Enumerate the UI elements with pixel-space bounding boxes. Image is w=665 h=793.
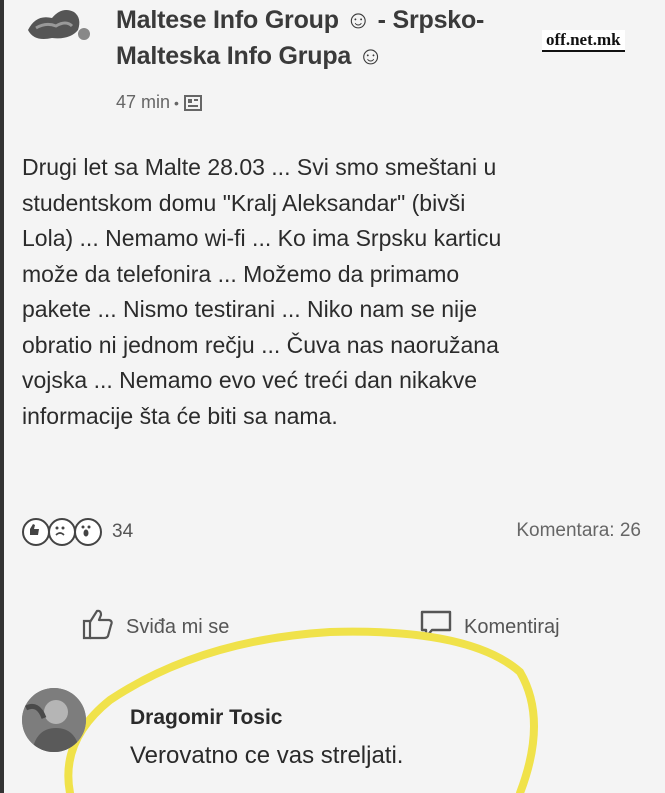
comment-bubble-icon [418,606,454,648]
group-title[interactable]: Maltese Info Group ☺ - Srpsko-Malteska I… [116,2,546,74]
group-avatar[interactable] [22,0,92,48]
comments-count[interactable]: Komentara: 26 [516,520,641,542]
post-header: Maltese Info Group ☺ - Srpsko-Malteska I… [0,0,665,140]
commenter-avatar[interactable] [22,688,86,752]
watermark: off.net.mk [542,30,625,52]
sad-reaction-icon [48,518,76,546]
like-button[interactable]: Sviđa mi se [80,606,229,648]
thumbs-up-icon [80,606,116,648]
reactions-summary[interactable]: 34 [22,518,133,546]
post-meta: 47 min • [116,92,203,113]
like-reaction-icon [22,518,50,546]
privacy-icon [183,93,203,113]
like-label: Sviđa mi se [126,615,230,638]
comment-text: Verovatno ce vas streljati. [130,742,404,769]
comment-item: Dragomir Tosic Verovatno ce vas streljat… [0,680,665,793]
comment-button[interactable]: Komentiraj [418,606,560,648]
post-time[interactable]: 47 min [116,92,170,113]
post-body: Drugi let sa Malte 28.03 ... Svi smo sme… [22,154,502,429]
post-actions: Sviđa mi se Komentiraj [0,600,665,650]
comment-label: Komentiraj [464,615,560,638]
reaction-count[interactable]: 34 [112,521,133,543]
separator-dot: • [174,94,179,111]
wow-reaction-icon [74,518,102,546]
commenter-name[interactable]: Dragomir Tosic [130,706,282,730]
